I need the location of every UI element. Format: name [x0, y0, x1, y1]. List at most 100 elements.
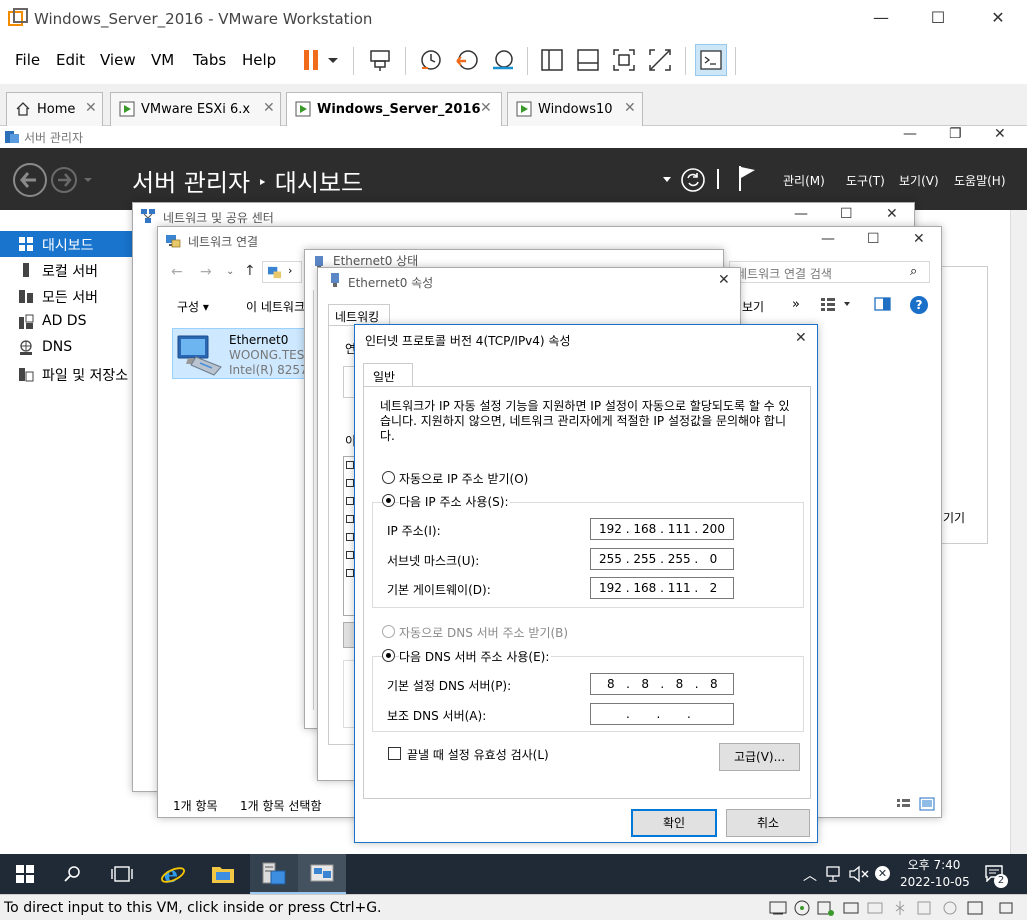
menu-help[interactable]: 도움말(H) — [954, 172, 1006, 189]
alternate-dns-field[interactable]: . . . — [590, 703, 734, 725]
pause-icon[interactable] — [298, 47, 324, 73]
recent-dropdown-icon[interactable]: ⌄ — [226, 266, 234, 277]
more-commands-button[interactable]: » — [792, 297, 800, 312]
volume-muted-icon[interactable] — [849, 865, 871, 883]
show-hidden-icons-icon[interactable]: ︿ — [803, 865, 817, 885]
unity-icon[interactable] — [647, 47, 673, 73]
tab-home[interactable]: Home ✕ — [6, 92, 103, 126]
minimize-button[interactable]: — — [821, 231, 835, 247]
this-network-menu[interactable]: 이 네트워크 — [246, 298, 305, 315]
notifications-flag-icon[interactable] — [738, 164, 758, 192]
menu-tabs[interactable]: Tabs — [193, 51, 226, 69]
menu-vm[interactable]: VM — [151, 51, 174, 69]
menu-file[interactable]: File — [15, 51, 40, 69]
component-checkbox[interactable] — [346, 461, 354, 469]
back-arrow-icon[interactable]: ← — [171, 264, 183, 280]
validate-checkbox[interactable] — [388, 747, 401, 760]
search-icon[interactable] — [64, 865, 82, 883]
tab-close-icon[interactable]: ✕ — [263, 100, 275, 116]
address-bar[interactable]: › — [262, 261, 302, 283]
component-checkbox[interactable] — [346, 551, 354, 559]
component-checkbox[interactable] — [346, 515, 354, 523]
adapter-ethernet0[interactable]: Ethernet0 WOONG.TEST Intel(R) 82574 — [172, 328, 315, 379]
tab-windows10[interactable]: Windows10 ✕ — [507, 92, 643, 126]
ok-button[interactable]: 확인 — [631, 809, 717, 837]
maximize-button[interactable]: ☐ — [867, 231, 880, 247]
breadcrumb-chevron-icon[interactable]: › — [288, 264, 292, 277]
manual-ip-radio[interactable] — [382, 494, 395, 507]
close-button[interactable]: ✕ — [886, 206, 898, 222]
view-status-button[interactable]: 보기 — [742, 298, 764, 315]
close-button[interactable]: ✕ — [994, 126, 1006, 142]
view-toggle-icon[interactable] — [896, 797, 936, 811]
nav-item-all-servers[interactable]: 모든 서버 — [0, 283, 132, 309]
tab-close-icon[interactable]: ✕ — [624, 100, 636, 116]
network-tray-icon[interactable] — [826, 865, 844, 883]
tab-networking[interactable]: 네트워킹 — [328, 304, 390, 326]
advanced-button[interactable]: 고급(V)... — [719, 743, 800, 771]
show-library-icon[interactable] — [539, 47, 565, 73]
component-checkbox[interactable] — [346, 569, 354, 577]
error-tray-icon[interactable]: ✕ — [875, 866, 890, 881]
snapshot-icon[interactable] — [418, 47, 444, 73]
close-button[interactable]: ✕ — [718, 272, 730, 288]
close-button[interactable]: ✕ — [983, 8, 1013, 30]
snapshot-manager-icon[interactable] — [490, 47, 516, 73]
view-options-icon[interactable] — [820, 296, 852, 312]
close-button[interactable]: ✕ — [795, 330, 807, 346]
nav-item-dashboard[interactable]: 대시보드 — [0, 231, 132, 257]
subnet-mask-field[interactable]: 255 . 255 . 255 . 0 — [590, 548, 734, 570]
tab-vmware-esxi[interactable]: VMware ESXi 6.x ✕ — [110, 92, 281, 126]
component-checkbox[interactable] — [346, 497, 354, 505]
file-explorer-icon[interactable] — [211, 863, 235, 885]
maximize-button[interactable]: ☐ — [840, 206, 853, 222]
internet-explorer-icon[interactable]: e — [160, 861, 186, 887]
search-box[interactable]: 네트워크 연결 검색 ⌕ — [729, 261, 930, 283]
full-screen-icon[interactable] — [611, 47, 637, 73]
clock-date[interactable]: 2022-10-05 — [900, 875, 970, 889]
forward-arrow-icon[interactable]: → — [200, 264, 212, 280]
cancel-button[interactable]: 취소 — [726, 809, 810, 837]
menu-view[interactable]: View — [100, 51, 136, 69]
auto-ip-radio[interactable] — [382, 471, 395, 484]
minimize-button[interactable]: — — [903, 126, 917, 142]
device-status-icons[interactable] — [768, 899, 1018, 917]
tab-close-icon[interactable]: ✕ — [480, 100, 492, 116]
start-windows-icon[interactable] — [16, 865, 34, 883]
up-arrow-icon[interactable]: ↑ — [244, 263, 256, 279]
nav-item-ad-ds[interactable]: AD DS — [0, 309, 132, 335]
task-view-icon[interactable] — [111, 865, 133, 883]
tab-close-icon[interactable]: ✕ — [85, 100, 97, 116]
minimize-button[interactable]: — — [866, 8, 896, 30]
tab-windows-server-2016[interactable]: Windows_Server_2016 ✕ — [286, 92, 502, 127]
manual-dns-radio[interactable] — [382, 649, 395, 662]
menu-manage[interactable]: 관리(M) — [783, 172, 825, 189]
ip-address-field[interactable]: 192 . 168 . 111 . 200 — [590, 518, 734, 540]
power-dropdown-icon[interactable] — [326, 47, 340, 73]
menu-edit[interactable]: Edit — [56, 51, 85, 69]
nav-item-file-storage[interactable]: 파일 및 저장소 — [0, 361, 132, 387]
tab-general[interactable]: 일반 — [363, 363, 413, 387]
menu-view[interactable]: 보기(V) — [899, 172, 939, 189]
nav-item-dns[interactable]: DNS — [0, 335, 132, 361]
component-checkbox[interactable] — [346, 533, 354, 541]
refresh-icon[interactable] — [680, 167, 706, 193]
clock-time[interactable]: 오후 7:40 — [904, 856, 964, 873]
server-manager-taskbar-button[interactable] — [250, 854, 298, 894]
ipv4-properties-dialog[interactable]: 인터넷 프로토콜 버전 4(TCP/IPv4) 속성 ✕ 일반 네트워크가 IP… — [354, 324, 818, 843]
menu-help[interactable]: Help — [242, 51, 276, 69]
restore-button[interactable]: ❐ — [949, 126, 962, 142]
organize-menu[interactable]: 구성 ▾ — [177, 298, 209, 315]
close-button[interactable]: ✕ — [913, 231, 925, 247]
revert-snapshot-icon[interactable] — [454, 47, 480, 73]
send-ctrl-alt-del-icon[interactable] — [367, 47, 393, 73]
console-view-button[interactable] — [695, 44, 727, 76]
maximize-button[interactable]: ☐ — [923, 8, 953, 30]
preview-pane-icon[interactable] — [874, 297, 891, 311]
nav-item-local-server[interactable]: 로컬 서버 — [0, 257, 132, 283]
preferred-dns-field[interactable]: 8 . 8 . 8 . 8 — [590, 673, 734, 695]
gateway-field[interactable]: 192 . 168 . 111 . 2 — [590, 577, 734, 599]
help-icon[interactable]: ? — [910, 296, 928, 314]
guest-display[interactable]: 서버 관리자 — ❐ ✕ 서버 관리자 ‣ 대시보드 관리(M) 도구(T) 보… — [0, 126, 1027, 854]
menu-tools[interactable]: 도구(T) — [846, 172, 885, 189]
